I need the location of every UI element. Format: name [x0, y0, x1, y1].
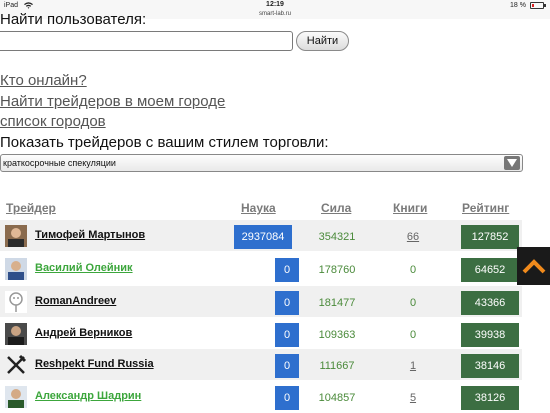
nauka-value: 0 [275, 258, 299, 282]
style-filter-label: Показать трейдеров с вашим стилем торгов… [0, 134, 329, 151]
table-row: RomanAndreev 0 181477 0 43366 [0, 286, 522, 317]
sila-value: 181477 [318, 297, 356, 309]
find-city-link[interactable]: Найти трейдеров в моем городе [0, 93, 225, 110]
trader-name[interactable]: RomanAndreev [35, 295, 116, 307]
trader-name[interactable]: Василий Олейник [35, 262, 133, 274]
header-trader[interactable]: Трейдер [6, 201, 56, 215]
knigi-link[interactable]: 66 [393, 231, 433, 243]
header-nauka[interactable]: Наука [241, 201, 276, 215]
header-knigi[interactable]: Книги [393, 201, 427, 215]
sila-value: 354321 [318, 231, 356, 243]
nauka-value: 0 [275, 323, 299, 347]
who-online-link[interactable]: Кто онлайн? [0, 72, 87, 89]
knigi-value: 0 [409, 264, 417, 276]
header-rating[interactable]: Рейтинг [462, 201, 509, 215]
search-button[interactable]: Найти [296, 31, 349, 51]
table-row: Тимофей Мартынов 2937084 354321 66 12785… [0, 220, 522, 251]
trader-name[interactable]: Андрей Верников [35, 327, 132, 339]
person-photo-icon[interactable] [5, 323, 27, 345]
header-sila[interactable]: Сила [321, 201, 351, 215]
knigi-value: 0 [409, 329, 417, 341]
knigi-link[interactable]: 1 [393, 360, 433, 372]
sila-value: 178760 [318, 264, 356, 276]
rating-value: 43366 [461, 291, 519, 315]
battery-icon [530, 2, 546, 9]
table-row: Василий Олейник 0 178760 0 64652 [0, 253, 522, 284]
sila-value: 111667 [319, 360, 355, 372]
nauka-value: 2937084 [234, 225, 292, 249]
rating-value: 127852 [461, 225, 519, 249]
battery-percent: 18 % [510, 2, 526, 9]
nauka-value: 0 [275, 291, 299, 315]
person-photo-icon[interactable] [5, 258, 27, 280]
city-list-link[interactable]: список городов [0, 113, 106, 130]
rating-value: 38126 [461, 386, 519, 410]
chevron-up-icon [522, 259, 546, 274]
table-row: Андрей Верников 0 109363 0 39938 [0, 318, 522, 349]
fork-knife-icon[interactable] [5, 354, 27, 376]
rating-value: 38146 [461, 354, 519, 378]
search-input[interactable] [0, 31, 293, 51]
dropdown-arrow-icon [504, 156, 520, 170]
nauka-value: 0 [275, 386, 299, 410]
table-row: Александр Шадрин 0 104857 5 38126 [0, 381, 522, 412]
person-photo-icon[interactable] [5, 225, 27, 247]
person-photo-icon[interactable] [5, 386, 27, 408]
page: iPad 12:19 18 % smart-lab.ru Найти польз… [0, 0, 550, 413]
sila-value: 109363 [318, 329, 356, 341]
trader-name[interactable]: Александр Шадрин [35, 390, 141, 402]
style-select-value: краткосрочные спекуляции [3, 158, 116, 168]
nauka-value: 0 [275, 354, 299, 378]
table-row: Reshpekt Fund Russia 0 111667 1 38146 [0, 349, 522, 380]
rating-value: 39938 [461, 323, 519, 347]
knigi-link[interactable]: 5 [393, 392, 433, 404]
trader-name[interactable]: Reshpekt Fund Russia [35, 358, 154, 370]
trader-name[interactable]: Тимофей Мартынов [35, 229, 145, 241]
knigi-value: 0 [409, 297, 417, 309]
scroll-to-top-button[interactable] [517, 247, 550, 285]
clock: 12:19 [266, 1, 284, 8]
style-select[interactable]: краткосрочные спекуляции [0, 154, 523, 172]
rating-value: 64652 [461, 258, 519, 282]
sila-value: 104857 [318, 392, 356, 404]
default-avatar-icon[interactable] [5, 291, 27, 313]
search-label: Найти пользователя: [0, 11, 147, 28]
